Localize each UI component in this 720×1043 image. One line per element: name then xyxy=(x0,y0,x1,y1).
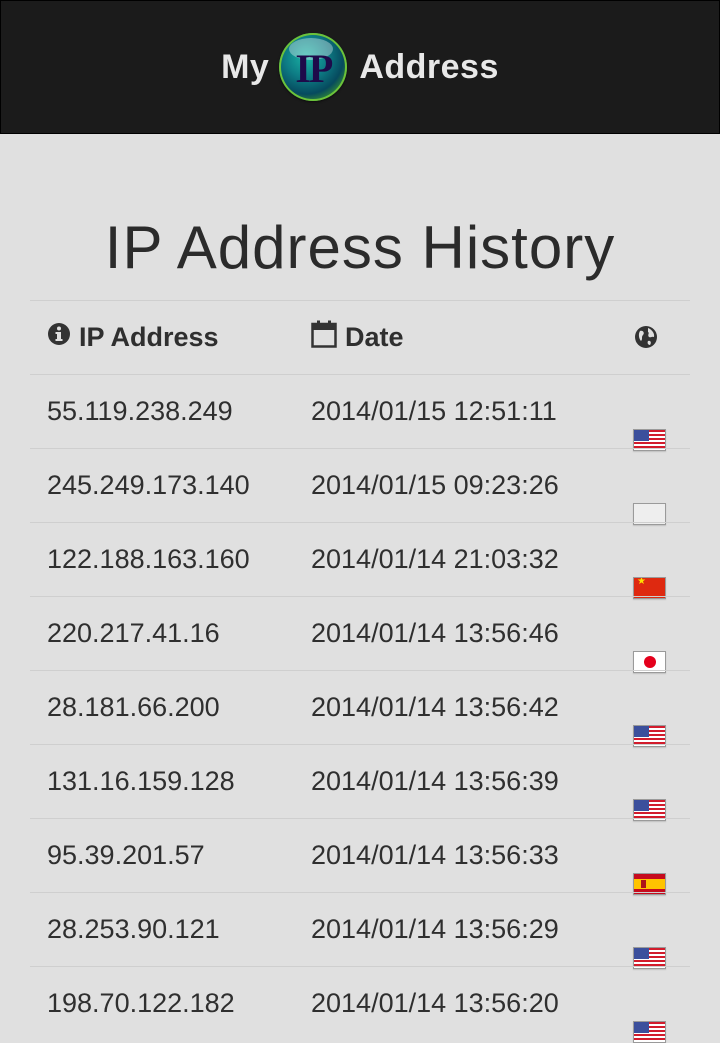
ip-address-cell: 95.39.201.57 xyxy=(47,840,205,870)
table-row[interactable]: 245.249.173.140 2014/01/15 09:23:26 xyxy=(30,448,690,525)
ip-address-cell: 122.188.163.160 xyxy=(47,544,250,574)
date-cell: 2014/01/14 13:56:42 xyxy=(311,692,559,722)
ip-address-cell: 245.249.173.140 xyxy=(47,470,250,500)
brand-word-address: Address xyxy=(359,47,499,86)
table-row[interactable]: 220.217.41.16 2014/01/14 13:56:46 xyxy=(30,596,690,673)
table-header-row: IP Address Date xyxy=(30,300,690,374)
brand-word-my: My xyxy=(221,47,270,86)
info-icon xyxy=(47,322,71,353)
table-row[interactable]: 131.16.159.128 2014/01/14 13:56:39 xyxy=(30,744,690,821)
table-row[interactable]: 95.39.201.57 2014/01/14 13:56:33 xyxy=(30,818,690,895)
logo-text: IP xyxy=(295,45,333,91)
ip-history-table: IP Address Date 55.119.238.249 2014/01/1… xyxy=(30,300,690,1043)
calendar-icon xyxy=(311,320,337,355)
column-header-date: Date xyxy=(311,320,404,355)
table-row[interactable]: 28.181.66.200 2014/01/14 13:56:42 xyxy=(30,670,690,747)
ip-address-cell: 220.217.41.16 xyxy=(47,618,220,648)
table-row[interactable]: 28.253.90.121 2014/01/14 13:56:29 xyxy=(30,892,690,969)
ip-address-cell: 28.253.90.121 xyxy=(47,914,220,944)
date-cell: 2014/01/14 13:56:39 xyxy=(311,766,559,796)
ip-address-cell: 55.119.238.249 xyxy=(47,396,233,426)
table-row[interactable]: 55.119.238.249 2014/01/15 12:51:11 xyxy=(30,374,690,451)
date-cell: 2014/01/14 13:56:20 xyxy=(311,988,559,1018)
page-title: IP Address History xyxy=(104,214,616,281)
column-header-ip: IP Address xyxy=(47,322,219,353)
column-header-ip-label: IP Address xyxy=(79,322,219,352)
table-row[interactable]: 198.70.122.182 2014/01/14 13:56:20 xyxy=(30,966,690,1043)
date-cell: 2014/01/14 21:03:32 xyxy=(311,544,559,574)
ip-address-cell: 198.70.122.182 xyxy=(47,988,235,1018)
app-brand[interactable]: My IP Address xyxy=(221,33,499,101)
globe-icon xyxy=(634,325,658,349)
ip-address-cell: 28.181.66.200 xyxy=(47,692,220,722)
date-cell: 2014/01/15 09:23:26 xyxy=(311,470,559,500)
column-header-date-label: Date xyxy=(345,322,404,352)
app-header: My IP Address xyxy=(0,0,720,134)
date-cell: 2014/01/14 13:56:33 xyxy=(311,840,559,870)
date-cell: 2014/01/14 13:56:46 xyxy=(311,618,559,648)
ip-logo-icon: IP xyxy=(279,33,348,101)
table-row[interactable]: 122.188.163.160 2014/01/14 21:03:32 xyxy=(30,522,690,599)
ip-address-cell: 131.16.159.128 xyxy=(47,766,235,796)
date-cell: 2014/01/14 13:56:29 xyxy=(311,914,559,944)
date-cell: 2014/01/15 12:51:11 xyxy=(311,396,557,426)
